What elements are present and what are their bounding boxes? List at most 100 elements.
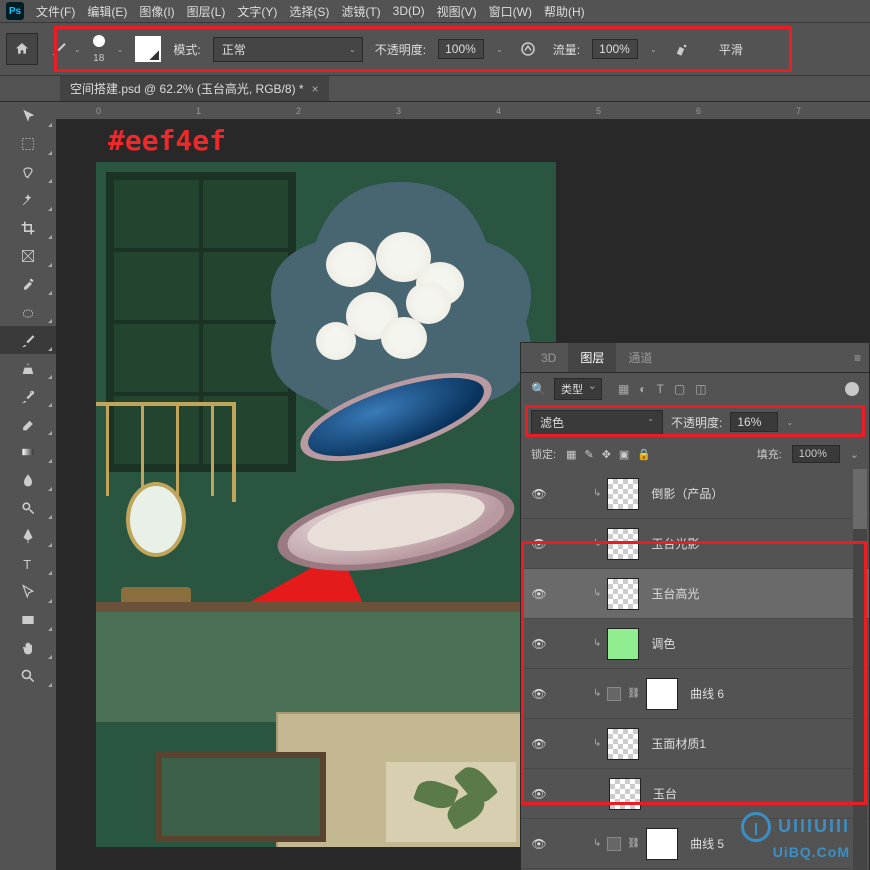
eraser-tool[interactable] — [0, 410, 56, 438]
menu-3d[interactable]: 3D(D) — [393, 4, 425, 18]
filter-pixel-icon[interactable]: ▦ — [618, 382, 629, 396]
brush-tool[interactable] — [0, 326, 56, 354]
visibility-toggle-icon[interactable]: 👁 — [529, 587, 549, 601]
layer-row[interactable]: 👁↳玉面材质1 — [521, 719, 869, 769]
layer-name[interactable]: 曲线 6 — [690, 685, 724, 702]
layer-name[interactable]: 曲线 5 — [690, 835, 724, 852]
scrollbar[interactable] — [853, 469, 867, 870]
magic-wand-tool[interactable] — [0, 186, 56, 214]
visibility-toggle-icon[interactable]: 👁 — [529, 787, 549, 801]
patch-tool[interactable] — [0, 298, 56, 326]
chevron-down-icon[interactable]: ⌄ — [786, 418, 793, 427]
visibility-toggle-icon[interactable]: 👁 — [529, 637, 549, 651]
blend-mode-select[interactable]: 正常 ⌄ — [213, 37, 363, 62]
layer-row[interactable]: 👁↳玉台高光 — [521, 569, 869, 619]
link-icon[interactable]: ⛓ — [627, 688, 640, 699]
layer-name[interactable]: 倒影（产品） — [651, 485, 723, 502]
menu-window[interactable]: 窗口(W) — [489, 3, 532, 20]
link-icon[interactable]: ⛓ — [627, 838, 640, 849]
layer-row[interactable]: 👁↳玉台光影 — [521, 519, 869, 569]
fill-input[interactable]: 100% — [792, 445, 840, 463]
layer-thumbnail[interactable] — [607, 478, 639, 510]
layer-thumbnail[interactable] — [607, 578, 639, 610]
eyedropper-tool[interactable] — [0, 270, 56, 298]
path-select-tool[interactable] — [0, 578, 56, 606]
layer-thumbnail[interactable] — [607, 628, 639, 660]
rectangle-tool[interactable] — [0, 606, 56, 634]
filter-toggle[interactable] — [845, 382, 859, 396]
move-tool[interactable] — [0, 102, 56, 130]
close-icon[interactable]: × — [312, 82, 319, 96]
layer-name[interactable]: 玉台高光 — [651, 585, 699, 602]
hand-tool[interactable] — [0, 634, 56, 662]
layer-row[interactable]: 👁↳倒影（产品） — [521, 469, 869, 519]
tab-3d[interactable]: 3D — [529, 345, 568, 371]
brush-size-preview[interactable]: 18 — [93, 35, 105, 64]
lock-position-icon[interactable]: ✥ — [602, 448, 611, 461]
opacity-input[interactable]: 100% — [438, 39, 484, 59]
layer-name[interactable]: 玉台 — [653, 785, 677, 802]
menu-filter[interactable]: 滤镜(T) — [341, 3, 380, 20]
filter-adjust-icon[interactable]: ◐ — [639, 382, 646, 396]
layer-thumbnail[interactable] — [607, 528, 639, 560]
blur-tool[interactable] — [0, 466, 56, 494]
airbrush-icon[interactable] — [669, 36, 695, 62]
menu-image[interactable]: 图像(I) — [139, 3, 174, 20]
menu-layer[interactable]: 图层(L) — [187, 3, 226, 20]
menu-type[interactable]: 文字(Y) — [237, 3, 277, 20]
layer-opacity-input[interactable]: 16% — [730, 412, 778, 432]
filter-type-select[interactable]: 类型 — [554, 378, 602, 400]
layer-thumbnail[interactable] — [646, 828, 678, 860]
chevron-down-icon[interactable]: ⌄ — [650, 45, 657, 54]
filter-type-icon[interactable]: T — [657, 382, 664, 396]
menu-select[interactable]: 选择(S) — [289, 3, 329, 20]
layer-row[interactable]: 👁↳⛓曲线 6 — [521, 669, 869, 719]
layer-row[interactable]: 👁↳调色 — [521, 619, 869, 669]
tab-channels[interactable]: 通道 — [616, 343, 664, 372]
chevron-down-icon[interactable]: ⌄ — [850, 448, 859, 461]
visibility-toggle-icon[interactable]: 👁 — [529, 537, 549, 551]
menu-help[interactable]: 帮助(H) — [544, 3, 585, 20]
canvas[interactable] — [96, 162, 556, 847]
lock-artboard-icon[interactable]: ▣ — [619, 448, 629, 461]
home-icon[interactable] — [6, 33, 38, 65]
visibility-toggle-icon[interactable]: 👁 — [529, 487, 549, 501]
panel-menu-icon[interactable]: ≡ — [854, 351, 861, 365]
tab-layers[interactable]: 图层 — [568, 343, 616, 372]
ruler-horizontal[interactable]: 012345678 — [56, 102, 870, 120]
lock-paint-icon[interactable]: ✎ — [584, 448, 593, 461]
layer-thumbnail[interactable] — [646, 678, 678, 710]
brush-preset-picker[interactable]: ⌄ — [50, 40, 81, 58]
history-brush-tool[interactable] — [0, 382, 56, 410]
gradient-tool[interactable] — [0, 438, 56, 466]
scrollbar-thumb[interactable] — [853, 469, 867, 529]
clone-tool[interactable] — [0, 354, 56, 382]
layer-name[interactable]: 玉台光影 — [651, 535, 699, 552]
layer-name[interactable]: 调色 — [651, 635, 675, 652]
visibility-toggle-icon[interactable]: 👁 — [529, 737, 549, 751]
layer-name[interactable]: 玉面材质1 — [651, 735, 706, 752]
layer-thumbnail[interactable] — [609, 778, 641, 810]
menu-file[interactable]: 文件(F) — [36, 3, 75, 20]
layer-thumbnail[interactable] — [607, 728, 639, 760]
dodge-tool[interactable] — [0, 494, 56, 522]
menu-view[interactable]: 视图(V) — [437, 3, 477, 20]
crop-tool[interactable] — [0, 214, 56, 242]
pen-tool[interactable] — [0, 522, 56, 550]
visibility-toggle-icon[interactable]: 👁 — [529, 687, 549, 701]
filter-smart-icon[interactable]: ◫ — [695, 382, 706, 396]
lock-all-icon[interactable]: 🔒 — [637, 448, 651, 461]
chevron-down-icon[interactable]: ⌄ — [496, 45, 503, 54]
lock-transparent-icon[interactable]: ▦ — [566, 448, 576, 461]
pressure-opacity-icon[interactable] — [515, 36, 541, 62]
lasso-tool[interactable] — [0, 158, 56, 186]
flow-input[interactable]: 100% — [592, 39, 638, 59]
chevron-down-icon[interactable]: ⌄ — [117, 45, 124, 54]
zoom-tool[interactable] — [0, 662, 56, 690]
brush-panel-toggle-icon[interactable] — [135, 36, 161, 62]
marquee-tool[interactable] — [0, 130, 56, 158]
visibility-toggle-icon[interactable]: 👁 — [529, 837, 549, 851]
menu-edit[interactable]: 编辑(E) — [87, 3, 127, 20]
document-tab[interactable]: 空间搭建.psd @ 62.2% (玉台高光, RGB/8) * × — [60, 76, 329, 101]
layer-blend-select[interactable]: 滤色 ⌄ — [531, 410, 663, 435]
